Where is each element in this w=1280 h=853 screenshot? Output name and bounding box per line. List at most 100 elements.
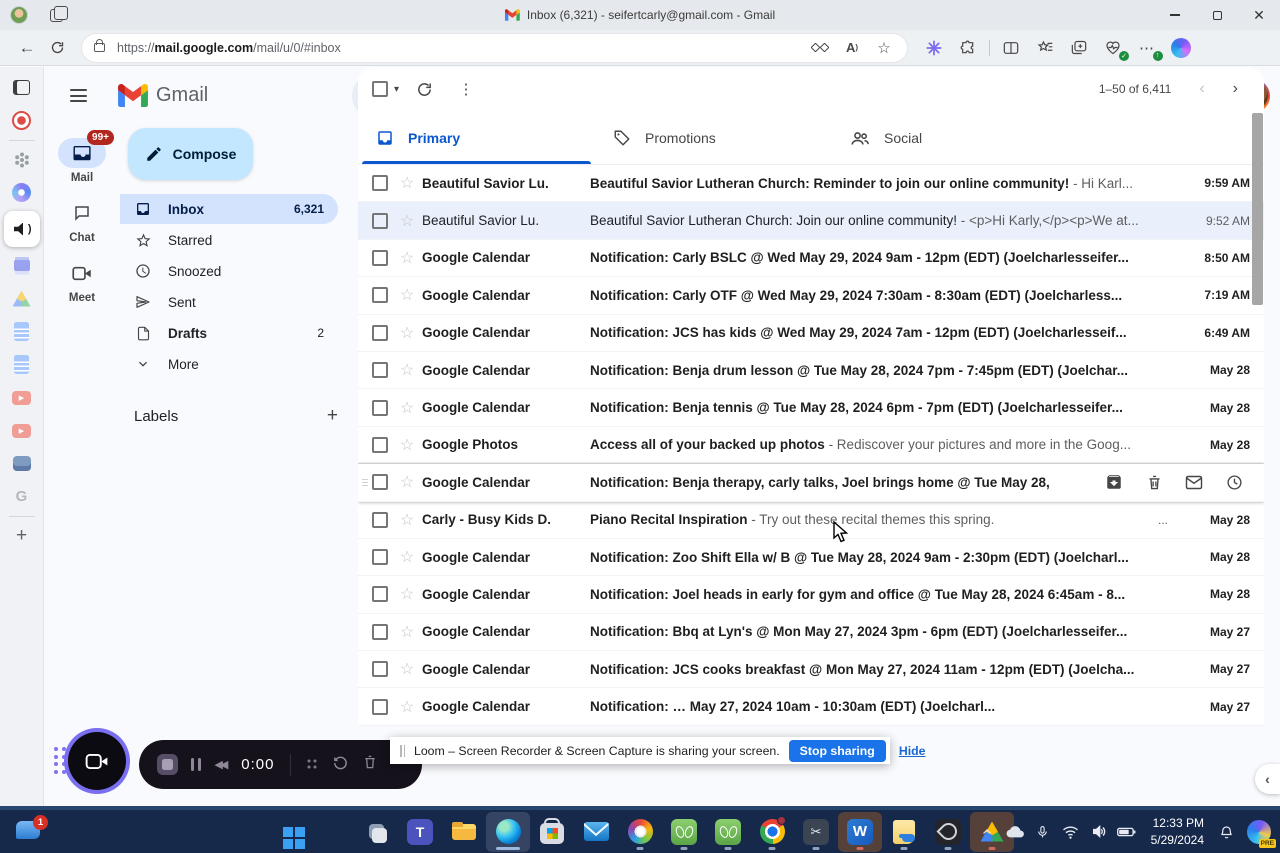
email-row[interactable]: ☆ Google Calendar Notification: Bbq at L… [358, 613, 1264, 652]
email-checkbox[interactable] [372, 399, 388, 416]
tray-chevron-icon[interactable] [975, 817, 999, 847]
banner-drag-handle[interactable] [400, 744, 405, 757]
sidebar-item[interactable]: Drafts 2 [120, 318, 338, 348]
email-checkbox[interactable] [372, 661, 388, 678]
copilot-taskbar-icon[interactable]: PRE [1246, 819, 1276, 848]
snooze-icon[interactable] [1218, 466, 1250, 498]
email-row[interactable]: ☆ Google Calendar Notification: Benja th… [358, 464, 1264, 502]
taskbar-task-view-button[interactable] [354, 812, 398, 852]
email-row[interactable]: ☆ Google Calendar Notification: … May 27… [358, 688, 1264, 726]
email-checkbox[interactable] [372, 212, 388, 229]
email-row[interactable]: ☆ Beautiful Savior Lu. Beautiful Savior … [358, 202, 1264, 240]
email-row[interactable]: ☆ Google Calendar Notification: JCS has … [358, 314, 1264, 352]
site-info-icon[interactable] [807, 37, 833, 59]
taskbar-app-icon[interactable] [926, 812, 970, 852]
star-icon[interactable]: ☆ [398, 472, 416, 492]
recording-indicator-icon[interactable] [0, 104, 44, 137]
star-icon[interactable]: ☆ [398, 659, 416, 679]
restart-recording-icon[interactable] [332, 754, 349, 776]
hide-banner-link[interactable]: Hide [899, 744, 926, 758]
email-checkbox[interactable] [372, 324, 388, 341]
speaker-icon[interactable] [3, 211, 40, 247]
star-icon[interactable]: ☆ [398, 547, 416, 567]
settings-more-icon[interactable]: ⋯ ↑ [1134, 37, 1163, 61]
stop-sharing-button[interactable]: Stop sharing [788, 739, 886, 762]
pinned-site-icon[interactable] [0, 447, 44, 480]
sidebar-item[interactable]: Starred [120, 225, 338, 255]
copilot-icon[interactable] [1168, 37, 1194, 59]
microphone-icon[interactable] [1031, 817, 1055, 847]
email-row[interactable]: ☆ Google Calendar Notification: Joel hea… [358, 576, 1264, 614]
inbox-tab[interactable]: Social [832, 111, 1069, 164]
sidebar-item[interactable]: Snoozed [120, 256, 338, 286]
taskbar-chat-icon[interactable]: 1 [14, 814, 48, 847]
email-checkbox[interactable] [372, 511, 388, 528]
read-aloud-icon[interactable]: A) [839, 37, 865, 59]
wifi-icon[interactable] [1059, 817, 1083, 847]
chatgpt-icon[interactable] [0, 143, 44, 176]
taskbar-store-icon[interactable] [530, 812, 574, 852]
google-docs-icon[interactable] [0, 348, 44, 381]
star-icon[interactable]: ☆ [398, 323, 416, 343]
nav-rail-mail[interactable]: 99+ Mail [44, 130, 120, 184]
email-checkbox[interactable] [372, 586, 388, 603]
email-row[interactable]: ☆ Google Calendar Notification: Carly BS… [358, 239, 1264, 278]
email-checkbox[interactable] [372, 436, 388, 453]
volume-icon[interactable] [1087, 817, 1111, 847]
inbox-tab[interactable]: Promotions [595, 111, 832, 164]
back-button[interactable]: ← [12, 35, 42, 61]
email-checkbox[interactable] [372, 623, 388, 640]
refresh-list-icon[interactable] [407, 72, 441, 106]
sidebar-item[interactable]: More [120, 349, 338, 379]
more-options-icon[interactable]: ⋮ [449, 72, 483, 106]
rewind-icon[interactable]: ◀◀ [214, 758, 228, 771]
url-text[interactable]: https://mail.google.com/mail/u/0/#inbox [117, 41, 341, 55]
main-menu-icon[interactable] [58, 76, 98, 116]
email-row[interactable]: ☆ Google Calendar Notification: JCS cook… [358, 651, 1264, 689]
taskbar-edge-icon[interactable] [486, 811, 530, 852]
star-icon[interactable]: ☆ [398, 360, 416, 380]
taskbar-butterfly-app-icon[interactable] [662, 812, 706, 852]
older-page-icon[interactable]: › [1233, 80, 1238, 98]
collections-icon[interactable] [1066, 37, 1092, 59]
email-checkbox[interactable] [372, 287, 388, 304]
email-checkbox[interactable] [372, 474, 388, 491]
taskbar-snipping-tool-icon[interactable] [794, 812, 838, 852]
email-row[interactable]: ☆ Beautiful Savior Lu. Beautiful Savior … [358, 165, 1264, 203]
add-shortcut-icon[interactable] [0, 519, 44, 552]
sidebar-collapse-icon[interactable]: ‹ [1255, 764, 1280, 794]
email-row[interactable]: ☆ Google Calendar Notification: Carly OT… [358, 277, 1264, 315]
taskbar-mail-icon[interactable] [574, 812, 618, 852]
google-drive-icon[interactable] [0, 282, 44, 315]
taskbar-sticky-notes-icon[interactable] [882, 812, 926, 852]
recorder-grid-icon[interactable] [305, 758, 319, 771]
star-icon[interactable]: ☆ [398, 510, 416, 530]
sidebar-item[interactable]: Inbox 6,321 [120, 194, 338, 224]
refresh-button[interactable] [42, 35, 72, 61]
star-icon[interactable]: ☆ [398, 622, 416, 642]
browser-essentials-icon[interactable]: ✓ [1100, 37, 1129, 61]
email-row[interactable]: ☆ Carly - Busy Kids D. Piano Recital Ins… [358, 501, 1264, 539]
sidebar-panel-icon[interactable] [0, 71, 44, 104]
taskbar-camera-app-icon[interactable] [618, 812, 662, 852]
taskbar-chrome-icon[interactable] [750, 812, 794, 852]
youtube-icon[interactable] [0, 381, 44, 414]
pause-recording-icon[interactable] [191, 758, 202, 771]
browser-profile-avatar[interactable] [10, 6, 28, 24]
email-checkbox[interactable] [372, 362, 388, 379]
onedrive-icon[interactable] [1003, 817, 1027, 847]
taskbar-start-button[interactable] [266, 812, 310, 852]
extensions-icon[interactable] [955, 37, 981, 59]
email-checkbox[interactable] [372, 249, 388, 266]
star-icon[interactable]: ☆ [398, 173, 416, 193]
sidebar-item[interactable]: Sent [120, 287, 338, 317]
browser-tab[interactable]: Inbox (6,321) - seifertcarly@gmail.com -… [504, 8, 775, 22]
minimize-button[interactable] [1154, 0, 1196, 30]
close-button[interactable]: ✕ [1238, 0, 1280, 30]
email-row[interactable]: ☆ Google Calendar Notification: Zoo Shif… [358, 538, 1264, 577]
star-icon[interactable]: ☆ [398, 584, 416, 604]
taskbar-teams-icon[interactable] [398, 812, 442, 852]
maximize-button[interactable] [1196, 0, 1238, 30]
archive-icon[interactable] [1098, 466, 1130, 498]
nav-rail-chat[interactable]: Chat [44, 198, 120, 244]
